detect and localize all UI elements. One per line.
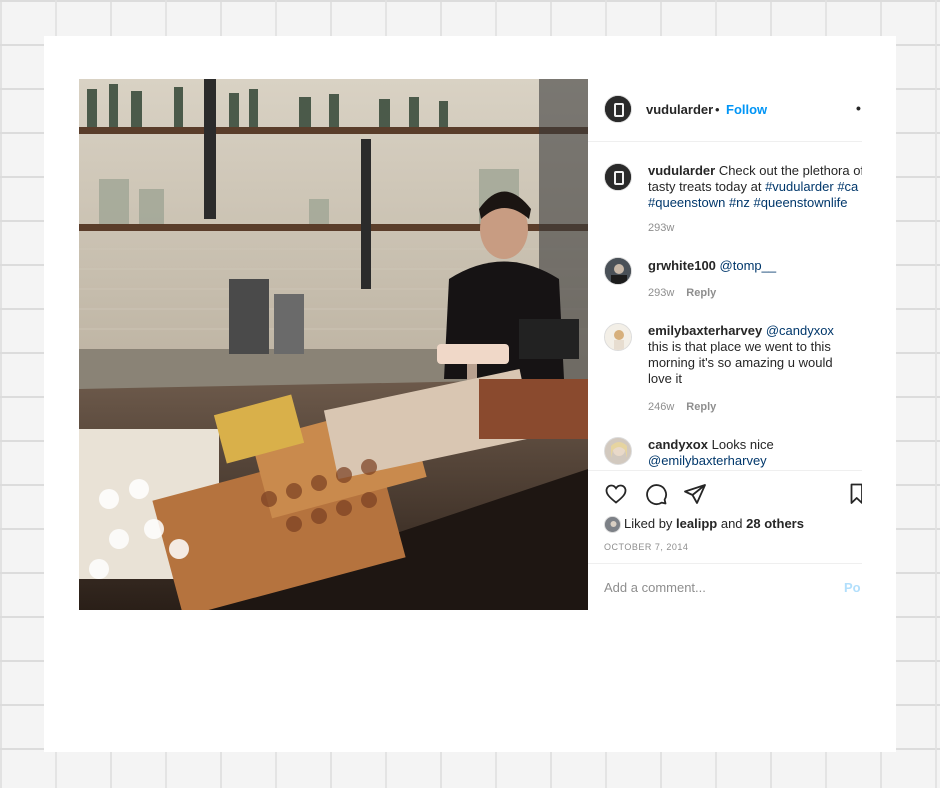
comment-2-line-4: love it [648,371,682,386]
likes-summary: Liked by lealipp and 28 others [624,516,804,531]
comment-meta: 293w Reply [648,287,716,299]
bookmark-icon[interactable] [850,482,862,506]
mention-link[interactable]: @tomp__ [720,258,777,273]
comment-meta: 246w Reply [648,401,716,413]
mention-link[interactable]: @candyxox [766,323,834,338]
comment-username[interactable]: grwhite100 [648,258,716,273]
caption-avatar[interactable] [604,163,632,191]
comment-3-line-1: candyxox Looks nice [648,437,862,453]
comment-age: 246w [648,401,675,413]
paper-plane-icon[interactable] [683,482,707,506]
header-divider [588,141,862,142]
commenter-avatar[interactable] [604,437,632,465]
separator-dot: • [715,102,720,117]
hashtag-link[interactable]: #vudularder [765,179,834,194]
commenter-avatar[interactable] [604,257,632,285]
comment-username[interactable]: candyxox [648,437,708,452]
post-author-avatar[interactable] [604,95,632,123]
comment-box-divider [588,563,862,564]
mention-link[interactable]: @emilybaxterharvey [648,453,767,468]
post-photo [79,79,588,610]
heart-icon[interactable] [604,482,628,506]
comment-2-line-2: this is that place we went to this [648,339,831,354]
likes-prefix: Liked by [624,516,677,531]
caption-age: 293w [648,222,675,234]
actions-divider [588,470,862,471]
post-side-panel: vudularder • Follow • vudularder Check o… [588,79,862,610]
liker-avatar[interactable] [604,516,621,533]
liker-username[interactable]: lealipp [676,516,717,531]
add-comment-input[interactable]: Add a comment... [604,580,706,595]
comment-3-line-2: @emilybaxterharvey [648,453,862,468]
caption-text: Check out the plethora of [718,163,862,178]
comment-text: Looks nice [711,437,774,452]
reply-button[interactable]: Reply [686,401,716,413]
comment-icon[interactable] [644,482,668,506]
comment-age: 293w [648,287,675,299]
post-comment-button[interactable]: Po [844,580,861,595]
caption-hashtags[interactable]: #queenstown #nz #queenstownlife [648,195,862,211]
post-author-username[interactable]: vudularder [646,102,713,117]
caption-line-2: tasty treats today at #vudularder #ca [648,179,862,195]
follow-button[interactable]: Follow [726,102,767,117]
likes-and: and [717,516,747,531]
commenter-avatar[interactable] [604,323,632,351]
comment-username[interactable]: emilybaxterharvey [648,323,762,338]
comment-1: grwhite100 @tomp__ [648,258,862,274]
likes-others-link[interactable]: 28 others [746,516,804,531]
post-date: OCTOBER 7, 2014 [604,542,689,552]
hashtag-link[interactable]: #ca [834,179,858,194]
caption-line-1: vudularder Check out the plethora of [648,163,862,179]
more-options-icon[interactable]: • [856,100,861,116]
caption-text-2: tasty treats today at [648,179,766,194]
caption-username[interactable]: vudularder [648,163,715,178]
comment-2-line-1: emilybaxterharvey @candyxox [648,323,862,339]
comment-2-line-3: morning it's so amazing u would [648,355,833,370]
reply-button[interactable]: Reply [686,287,716,299]
